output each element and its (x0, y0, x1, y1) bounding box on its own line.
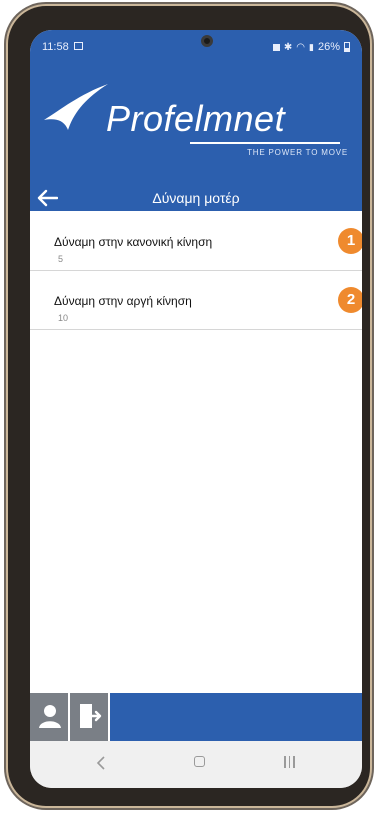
battery-percent: 26% (317, 41, 340, 53)
exit-door-icon (80, 704, 102, 728)
bottom-toolbar (30, 693, 362, 741)
brand-logo: Profelmnet THE POWER TO MOVE (30, 70, 362, 180)
front-camera (201, 35, 213, 47)
setting-value: 10 (58, 313, 69, 323)
bluetooth-icon: ✱ (283, 41, 293, 53)
brand-name: Profelmnet (106, 98, 286, 139)
wifi-icon: ◠ (296, 41, 306, 53)
nav-home-icon[interactable] (194, 756, 205, 767)
brand-tagline: THE POWER TO MOVE (247, 148, 348, 157)
screen: 11:58 ✱ ◠ ▮ 26% Profelmnet THE POWER TO … (30, 30, 362, 788)
setting-label: Δύναμη στην κανονική κίνηση (54, 235, 213, 249)
exit-button[interactable] (70, 693, 110, 741)
gallery-notification-icon (74, 42, 83, 50)
step-badge: 1 (338, 228, 362, 254)
status-icons: ✱ ◠ ▮ 26% (272, 41, 350, 53)
setting-value: 5 (58, 254, 64, 264)
setting-slow-speed-power[interactable]: Δύναμη στην αργή κίνηση 10 2 (30, 271, 362, 330)
nav-back-icon[interactable] (96, 756, 106, 770)
notification-icon (272, 43, 280, 51)
status-bar: 11:58 ✱ ◠ ▮ 26% (30, 30, 362, 64)
android-nav-bar (30, 741, 362, 788)
title-bar: Δύναμη μοτέρ (30, 185, 362, 211)
user-icon (39, 705, 61, 728)
logo-underline (190, 142, 340, 144)
phone-frame: 11:58 ✱ ◠ ▮ 26% Profelmnet THE POWER TO … (8, 6, 370, 806)
setting-label: Δύναμη στην αργή κίνηση (54, 294, 192, 308)
user-button[interactable] (30, 693, 70, 741)
status-time: 11:58 (42, 41, 69, 53)
settings-list: Δύναμη στην κανονική κίνηση 5 1 Δύναμη σ… (30, 212, 362, 330)
setting-normal-speed-power[interactable]: Δύναμη στην κανονική κίνηση 5 1 (30, 212, 362, 271)
battery-icon (344, 42, 350, 52)
logo-swoosh-icon (44, 84, 108, 130)
nav-recents-icon[interactable] (284, 756, 295, 768)
page-title: Δύναμη μοτέρ (152, 190, 240, 206)
signal-icon: ▮ (309, 41, 314, 52)
step-badge: 2 (338, 287, 362, 313)
